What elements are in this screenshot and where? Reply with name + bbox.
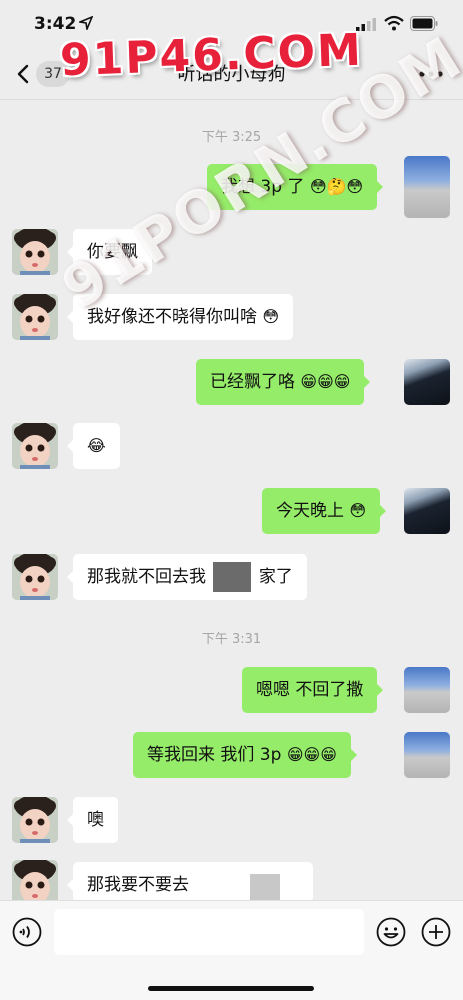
my-avatar[interactable] xyxy=(404,156,450,218)
emoji-sequence: 😁😁😁 xyxy=(286,745,337,764)
message-text: 噢 xyxy=(87,810,104,830)
incoming-message[interactable]: 我好像还不晓得你叫啥 😳 xyxy=(66,294,294,340)
outgoing-message[interactable]: 今天晚上 😳 xyxy=(262,488,387,534)
location-arrow-icon xyxy=(79,16,93,30)
timestamp: 下午 3:31 xyxy=(201,632,262,647)
chat-message-list[interactable]: 下午 3:25 我想 3p 了 😳🤔😳 你要飘 我好像还不晓得你叫啥 😳 已经飘… xyxy=(0,100,463,906)
message-text: 我好像还不晓得你叫啥 xyxy=(87,307,257,327)
message-text: 那我就不回去我 xyxy=(87,567,206,587)
incoming-message[interactable]: 噢 xyxy=(67,797,118,843)
message-text: 家了 xyxy=(258,567,293,587)
emoji-sequence: 😳 xyxy=(349,501,367,520)
outgoing-message[interactable]: 嗯嗯 不回了撒 xyxy=(242,667,384,713)
incoming-message[interactable]: 你要飘 xyxy=(67,229,152,275)
emoji-sequence: 😁😁😁 xyxy=(300,372,351,391)
child-face-avatar-icon xyxy=(12,554,58,600)
child-face-avatar-icon xyxy=(12,797,58,843)
back-button[interactable]: 37 xyxy=(12,58,76,90)
child-face-avatar-icon xyxy=(12,294,58,340)
chat-header: 37 听话的小母狗 xyxy=(0,48,463,100)
home-indicator xyxy=(148,986,314,991)
my-avatar[interactable] xyxy=(404,732,450,778)
chat-title: 听话的小母狗 xyxy=(177,64,286,85)
my-avatar[interactable] xyxy=(404,667,450,713)
status-bar: 3:42 xyxy=(0,0,463,48)
my-avatar[interactable] xyxy=(404,359,450,405)
wifi-icon xyxy=(384,15,404,31)
voice-input-icon[interactable] xyxy=(12,917,42,947)
outgoing-message[interactable]: 等我回来 我们 3p 😁😁😁 xyxy=(133,732,357,778)
contact-avatar[interactable] xyxy=(12,294,58,340)
outgoing-message[interactable]: 已经飘了咯 😁😁😁 xyxy=(196,359,371,405)
child-face-avatar-icon xyxy=(12,229,58,275)
timestamp: 下午 3:25 xyxy=(201,130,262,145)
more-dots-icon xyxy=(419,71,443,77)
message-text: 已经飘了咯 xyxy=(210,372,295,392)
message-text: 等我回来 我们 3p xyxy=(147,745,282,765)
message-input-bar xyxy=(0,900,463,1000)
battery-icon xyxy=(410,16,438,31)
chevron-left-icon xyxy=(17,64,29,84)
emoji-sequence: 😂 xyxy=(87,436,106,455)
contact-avatar[interactable] xyxy=(12,423,58,469)
message-input[interactable] xyxy=(54,909,364,955)
redacted-word xyxy=(213,562,252,592)
outgoing-message[interactable]: 我想 3p 了 😳🤔😳 xyxy=(207,164,384,210)
unread-count-badge: 37 xyxy=(36,61,70,87)
message-text: 你要飘 xyxy=(87,242,138,262)
message-text: 我想 3p 了 xyxy=(221,177,305,197)
incoming-message[interactable]: 那我就不回去我 家了 xyxy=(67,554,307,600)
emoji-face-icon[interactable] xyxy=(376,917,406,947)
emoji-sequence: 😳 xyxy=(262,307,280,326)
incoming-message[interactable]: 😂 xyxy=(67,423,120,469)
my-avatar[interactable] xyxy=(404,488,450,534)
signal-icon xyxy=(356,18,376,31)
message-text: 那我要不要去 xyxy=(87,875,189,895)
child-face-avatar-icon xyxy=(12,423,58,469)
plus-icon[interactable] xyxy=(421,917,451,947)
emoji-sequence: 😳🤔😳 xyxy=(309,177,364,196)
more-options-button[interactable] xyxy=(412,60,448,88)
status-time: 3:42 xyxy=(34,14,77,34)
contact-avatar[interactable] xyxy=(12,229,58,275)
contact-avatar[interactable] xyxy=(12,554,58,600)
message-text: 嗯嗯 不回了撒 xyxy=(256,680,364,700)
message-text: 今天晚上 xyxy=(276,501,344,521)
contact-avatar[interactable] xyxy=(12,797,58,843)
